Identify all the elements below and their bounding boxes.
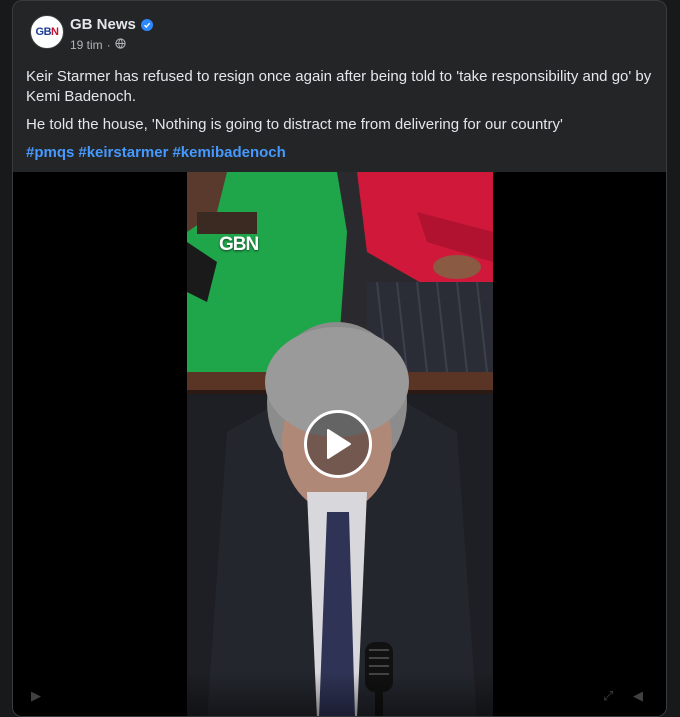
avatar[interactable]: GB N (30, 15, 64, 49)
hashtag-link[interactable]: #pmqs (26, 144, 74, 161)
video-controls: ▶ ⤢ ◀ (13, 672, 666, 716)
avatar-text-accent: N (51, 26, 59, 38)
post-timestamp[interactable]: 19 tim (70, 38, 103, 52)
hashtag-link[interactable]: #kemibadenoch (172, 144, 285, 161)
post-header: GB N GB News 19 tim · (13, 1, 666, 61)
post-paragraph: Keir Starmer has refused to resign once … (26, 68, 652, 105)
volume-icon[interactable]: ◀ (633, 688, 643, 704)
page-name-label[interactable]: GB News (70, 16, 136, 33)
play-button[interactable] (304, 410, 372, 478)
play-icon (327, 429, 351, 459)
video-player[interactable]: GBN ▶ ⤢ ◀ (13, 172, 666, 716)
verified-badge-icon (140, 18, 153, 31)
watermark-text: GB (219, 234, 246, 255)
avatar-text: GB (35, 26, 52, 38)
play-small-icon[interactable]: ▶ (31, 688, 41, 704)
video-watermark: GBN (219, 234, 260, 256)
post-text: Keir Starmer has refused to resign once … (26, 67, 656, 171)
hashtag-list: #pmqs #keirstarmer #kemibadenoch (26, 143, 656, 163)
page-name[interactable]: GB News (70, 16, 153, 33)
post-meta: 19 tim · (70, 38, 126, 52)
fullscreen-icon[interactable]: ⤢ (603, 688, 613, 704)
globe-icon[interactable] (115, 38, 126, 52)
post-paragraph: He told the house, 'Nothing is going to … (26, 116, 563, 133)
meta-separator: · (106, 38, 111, 52)
hashtag-link[interactable]: #keirstarmer (78, 144, 168, 161)
post-card: GB N GB News 19 tim · Keir Starmer has re… (12, 0, 667, 717)
watermark-text-accent: N (245, 234, 260, 255)
